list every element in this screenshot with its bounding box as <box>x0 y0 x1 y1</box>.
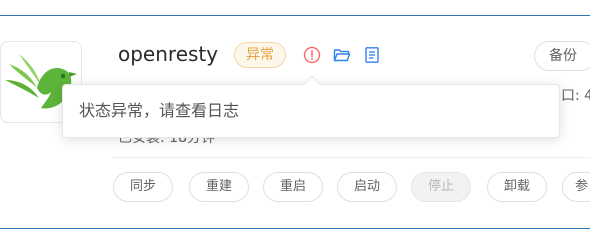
divider <box>112 157 590 158</box>
start-button[interactable]: 启动 <box>337 172 397 202</box>
sync-button[interactable]: 同步 <box>113 172 173 202</box>
restart-button[interactable]: 重启 <box>263 172 323 202</box>
port-label: 口: 4 <box>561 88 590 104</box>
status-badge: 异常 <box>234 42 286 68</box>
warning-icon[interactable] <box>303 46 321 64</box>
params-button[interactable]: 参 <box>562 172 590 202</box>
backup-button[interactable]: 备份 <box>534 41 590 71</box>
stop-button[interactable]: 停止 <box>411 172 471 202</box>
rebuild-button[interactable]: 重建 <box>189 172 249 202</box>
folder-open-icon[interactable] <box>333 46 351 64</box>
document-log-icon[interactable] <box>363 46 381 64</box>
card-bottom-border <box>0 228 590 229</box>
uninstall-button[interactable]: 卸载 <box>487 172 547 202</box>
app-title: openresty <box>118 42 219 66</box>
